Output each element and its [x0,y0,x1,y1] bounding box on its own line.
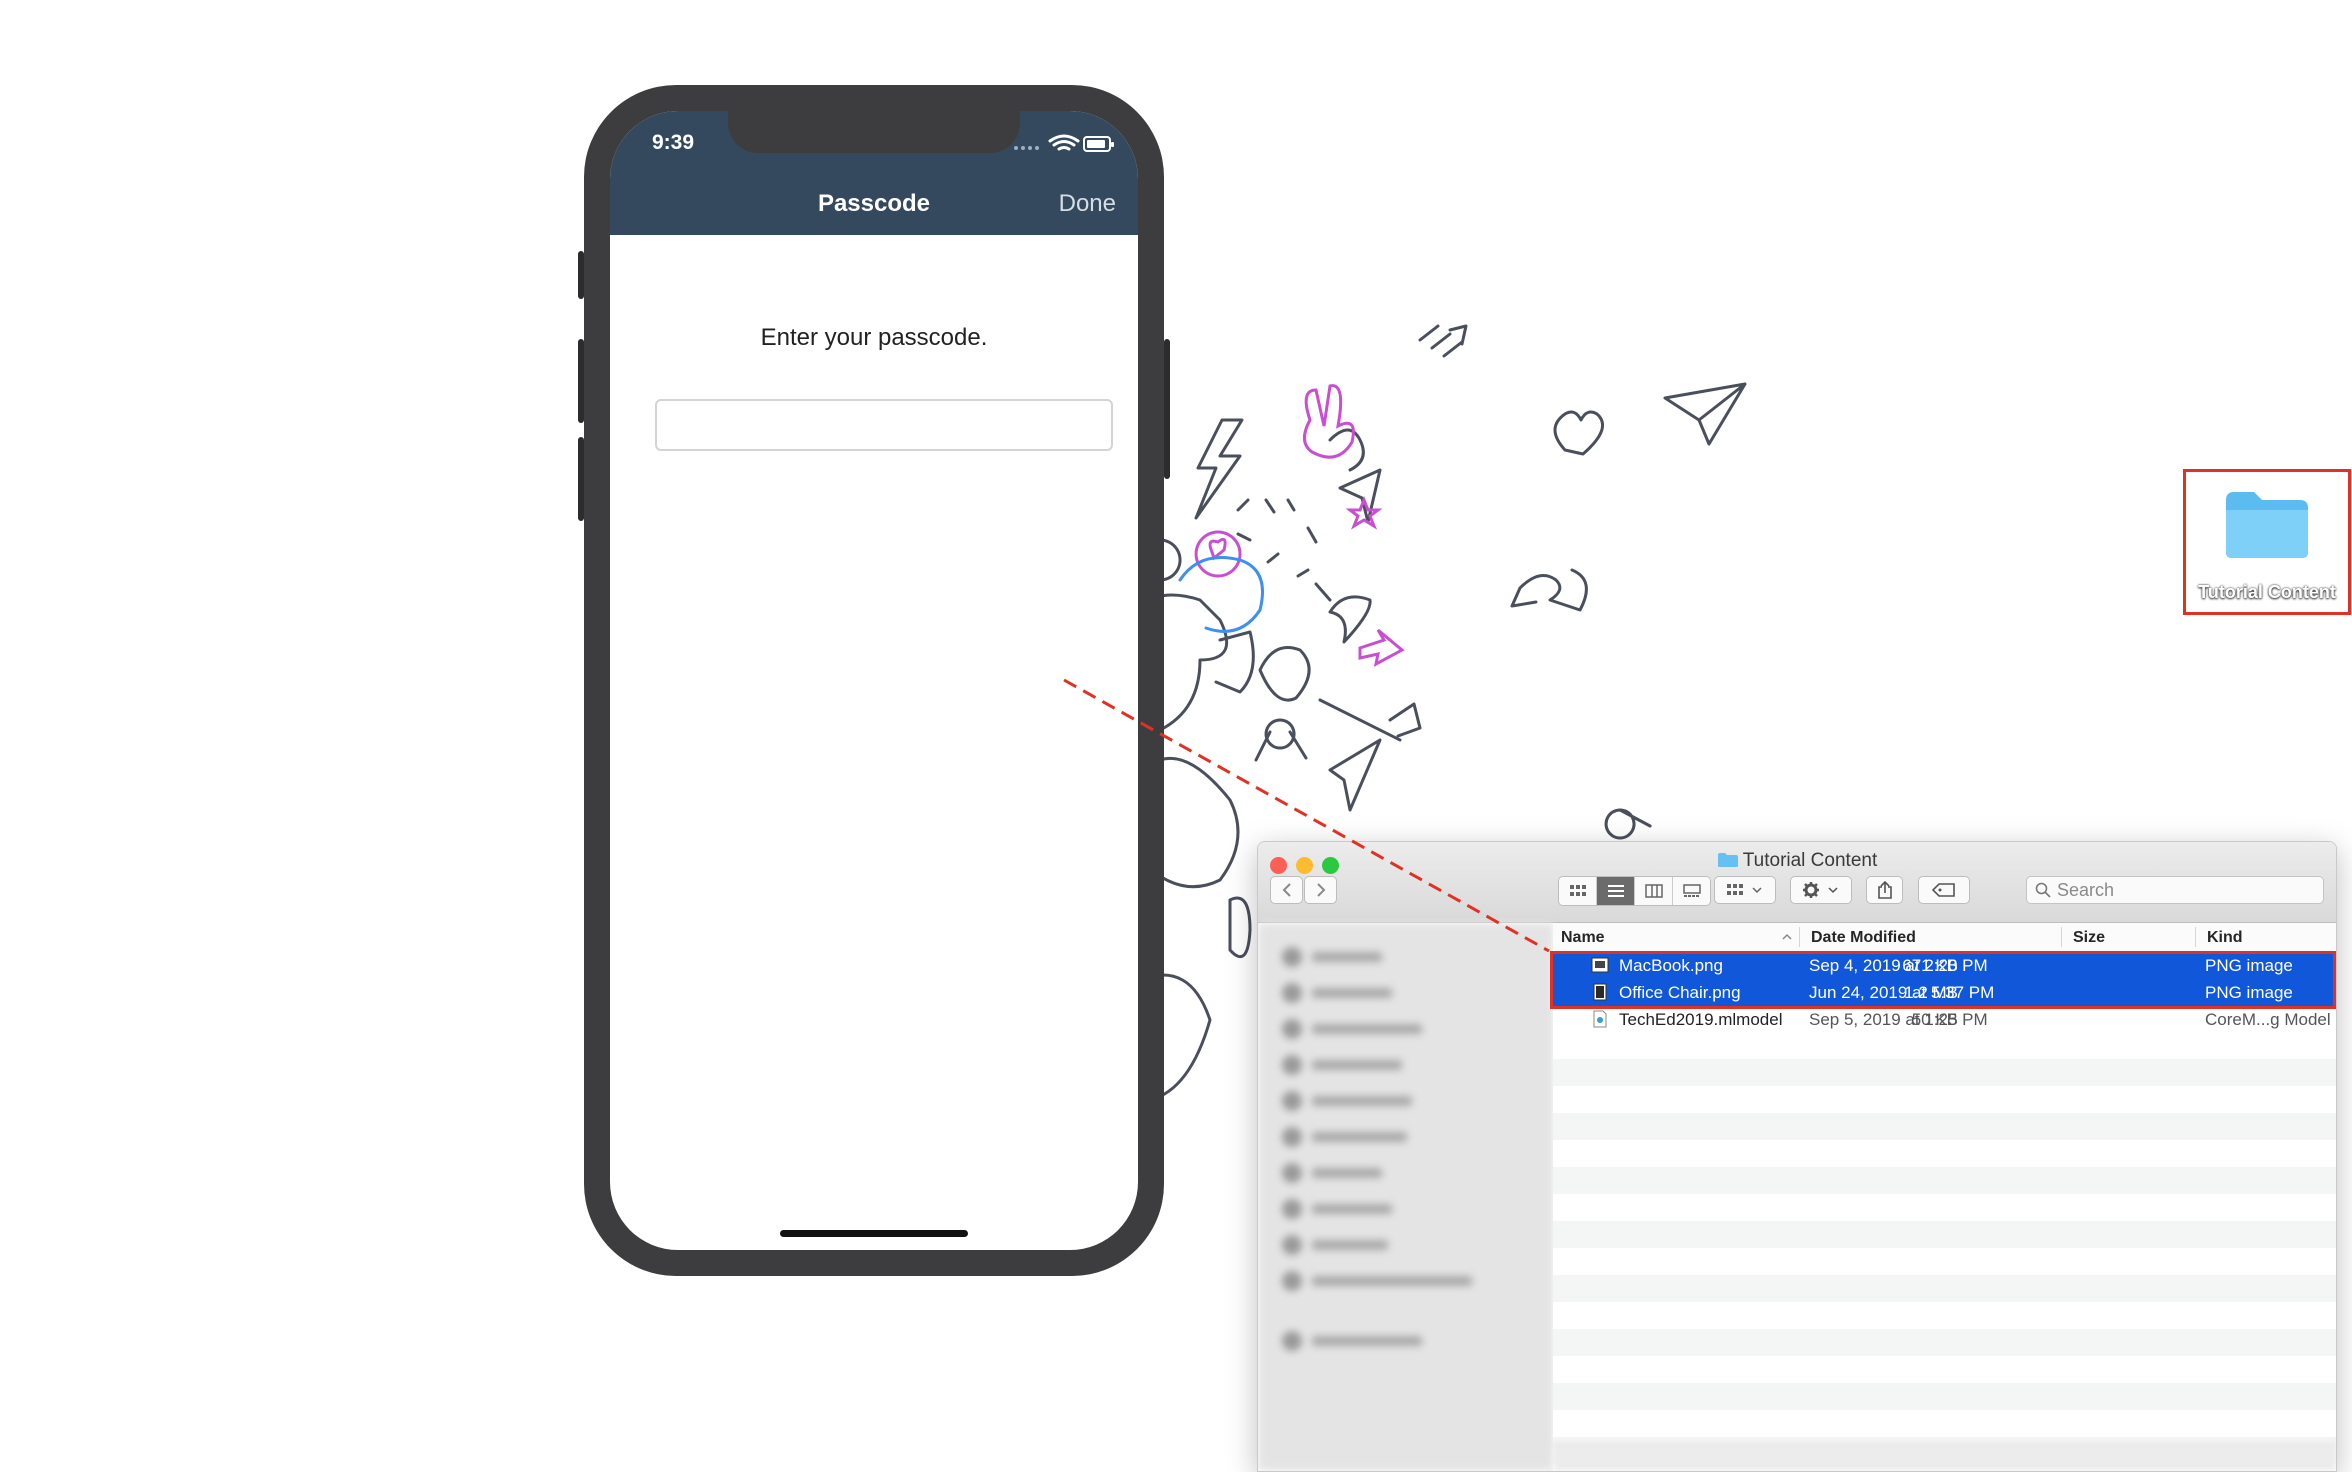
chevron-left-icon [1282,883,1291,897]
file-row-office-chair[interactable]: Office Chair.png Jun 24, 2019 at 5:37 PM… [1553,979,2336,1006]
folder-icon [1717,853,1738,867]
iphone-simulator: 9:39 Passcode Done Enter your passcode. [578,85,1170,1276]
folder-icon [2226,492,2308,558]
tags-button[interactable] [1918,876,1970,904]
sidebar-item[interactable] [1282,1049,1528,1081]
columns-icon [1644,884,1663,898]
file-kind: PNG image [2205,983,2293,1002]
grid-icon [1569,885,1586,896]
search-placeholder: Search [2057,879,2115,900]
file-name: MacBook.png [1619,956,1723,975]
sidebar-item[interactable] [1282,1265,1528,1297]
list-icon [1607,885,1624,897]
column-header-kind[interactable]: Kind [2207,929,2243,947]
window-title-text: Tutorial Content [1742,850,1878,871]
column-header-date[interactable]: Date Modified [1811,929,1916,947]
desktop-folder-label: Tutorial Content [2198,582,2336,602]
file-size: 1.2 MB [1904,983,1958,1002]
power-button [1164,339,1170,479]
column-header-size[interactable]: Size [2073,929,2105,947]
tag-icon [1932,883,1955,897]
passcode-prompt: Enter your passcode. [760,324,988,351]
column-view-button[interactable] [1635,877,1673,905]
signal-dots-icon [1014,146,1039,150]
group-by-button[interactable] [1714,876,1776,904]
window-title: Tutorial Content [1258,850,2336,872]
back-button[interactable] [1270,876,1303,904]
file-list: Name Date Modified Size Kind MacBook.png… [1553,923,2336,1471]
png-file-icon [1591,957,1609,973]
file-size: 50 KB [1911,1010,1958,1029]
volume-up-button [578,339,584,423]
finder-window: Tutorial Content Search Name Date Modifi… [1257,841,2337,1472]
file-date: Jun 24, 2019 at 5:37 PM [1809,983,1995,1002]
navigation-bar: 9:39 Passcode Done [610,111,1138,235]
file-date: Sep 5, 2019 at 1:25 PM [1809,1010,1988,1029]
sidebar-item[interactable] [1282,1193,1528,1225]
search-field[interactable]: Search [2026,876,2324,904]
gallery-icon [1682,884,1701,897]
gear-icon [1803,882,1838,898]
share-icon [1877,881,1892,899]
file-size: 671 KB [1902,956,1958,975]
finder-toolbar: Tutorial Content Search [1258,842,2336,923]
notch [728,111,1020,153]
sidebar-item[interactable] [1282,1229,1528,1261]
sidebar-item[interactable] [1282,1121,1528,1153]
finder-sidebar [1258,923,1553,1471]
forward-button[interactable] [1304,876,1337,904]
desktop-folder-tutorial-content[interactable]: Tutorial Content [2183,469,2351,615]
action-menu-button[interactable] [1790,876,1852,904]
status-icons [1014,134,1114,152]
wifi-icon [1048,134,1080,151]
search-icon [2035,882,2051,898]
volume-down-button [578,437,584,521]
chevron-right-icon [1316,883,1325,897]
gallery-view-button[interactable] [1673,877,1710,905]
list-view-button[interactable] [1597,877,1635,905]
column-header-name[interactable]: Name [1561,929,1605,947]
sidebar-item[interactable] [1282,1085,1528,1117]
battery-icon [1083,136,1114,152]
mute-switch [578,251,584,299]
view-mode-segmented-control [1558,876,1711,906]
done-button[interactable]: Done [1059,190,1116,218]
sort-ascending-icon [1782,933,1792,940]
file-name: Office Chair.png [1619,983,1741,1002]
passcode-input[interactable] [655,399,1113,451]
sidebar-item[interactable] [1282,1157,1528,1189]
path-bar [1553,1444,2336,1471]
icon-view-button[interactable] [1559,877,1597,905]
sidebar-item[interactable] [1282,1325,1528,1357]
phone-screen: 9:39 Passcode Done Enter your passcode. [610,111,1138,1250]
file-date: Sep 4, 2019 at 2:20 PM [1809,956,1988,975]
file-row-teched-mlmodel[interactable]: TechEd2019.mlmodel Sep 5, 2019 at 1:25 P… [1553,1006,2336,1033]
file-name: TechEd2019.mlmodel [1619,1010,1783,1029]
share-button[interactable] [1866,876,1903,904]
sidebar-item[interactable] [1282,1013,1528,1045]
file-kind: CoreM...g Model [2205,1010,2331,1029]
sidebar-item[interactable] [1282,977,1528,1009]
file-kind: PNG image [2205,956,2293,975]
sidebar-item[interactable] [1282,941,1528,973]
mlmodel-file-icon [1593,1010,1607,1028]
home-indicator[interactable] [780,1230,968,1237]
status-time: 9:39 [652,131,695,154]
file-row-macbook[interactable]: MacBook.png Sep 4, 2019 at 2:20 PM 671 K… [1553,952,2336,979]
column-headers: Name Date Modified Size Kind [1553,923,2336,952]
group-chevron-icon [1727,884,1762,895]
png-file-icon [1593,983,1607,1001]
